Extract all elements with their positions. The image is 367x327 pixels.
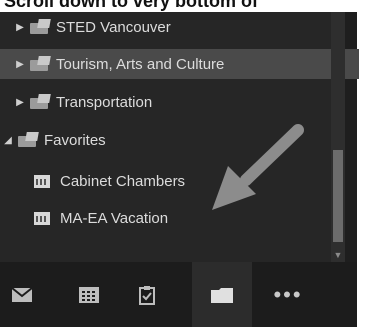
tree-item-transportation[interactable]: ▶ Transportation	[0, 87, 359, 117]
nav-calendar-button[interactable]	[59, 262, 119, 327]
tree-item-label: MA-EA Vacation	[60, 209, 169, 227]
folder-icon	[211, 287, 233, 303]
tree-item-tourism-arts-culture[interactable]: ▶ Tourism, Arts and Culture	[0, 49, 359, 79]
nav-more-button[interactable]: •••	[258, 262, 318, 327]
scroll-down-arrow-icon[interactable]: ▼	[331, 248, 345, 262]
nav-folders-button[interactable]	[192, 262, 252, 327]
caption-banner: Scroll down to very bottom of	[0, 0, 367, 12]
folder-icon	[30, 56, 52, 72]
expand-arrow-icon[interactable]: ▶	[14, 22, 26, 33]
collapse-arrow-icon[interactable]: ◢	[2, 135, 14, 146]
folder-icon	[30, 19, 52, 35]
expand-arrow-icon[interactable]: ▶	[14, 59, 26, 70]
calendar-folder-icon	[34, 173, 54, 189]
nav-mail-button[interactable]	[0, 262, 52, 327]
tree-item-label: Favorites	[44, 131, 106, 149]
calendar-icon	[79, 286, 99, 303]
folder-tree: ▶ STED Vancouver ▶ Tourism, Arts and Cul…	[0, 12, 359, 262]
more-icon: •••	[273, 281, 303, 307]
outlook-folder-pane: ▶ STED Vancouver ▶ Tourism, Arts and Cul…	[0, 12, 359, 327]
annotation-arrow-icon	[212, 124, 304, 210]
bottom-nav-bar: •••	[0, 262, 357, 327]
tree-item-sted-vancouver[interactable]: ▶ STED Vancouver	[0, 12, 359, 42]
folder-icon	[30, 94, 52, 110]
nav-tasks-button[interactable]	[117, 262, 177, 327]
caption-text: Scroll down to very bottom of	[4, 0, 259, 11]
vertical-scrollbar[interactable]: ▼	[331, 12, 345, 262]
tree-item-label: Cabinet Chambers	[60, 172, 186, 190]
tree-item-label: Tourism, Arts and Culture	[56, 55, 225, 73]
mail-icon	[11, 286, 33, 302]
expand-arrow-icon[interactable]: ▶	[14, 97, 26, 108]
tree-item-label: Transportation	[56, 93, 153, 111]
tree-item-label: STED Vancouver	[56, 18, 171, 36]
folder-icon	[18, 132, 40, 148]
calendar-folder-icon	[34, 210, 54, 226]
scrollbar-thumb[interactable]	[333, 150, 343, 242]
tasks-icon	[139, 285, 155, 305]
